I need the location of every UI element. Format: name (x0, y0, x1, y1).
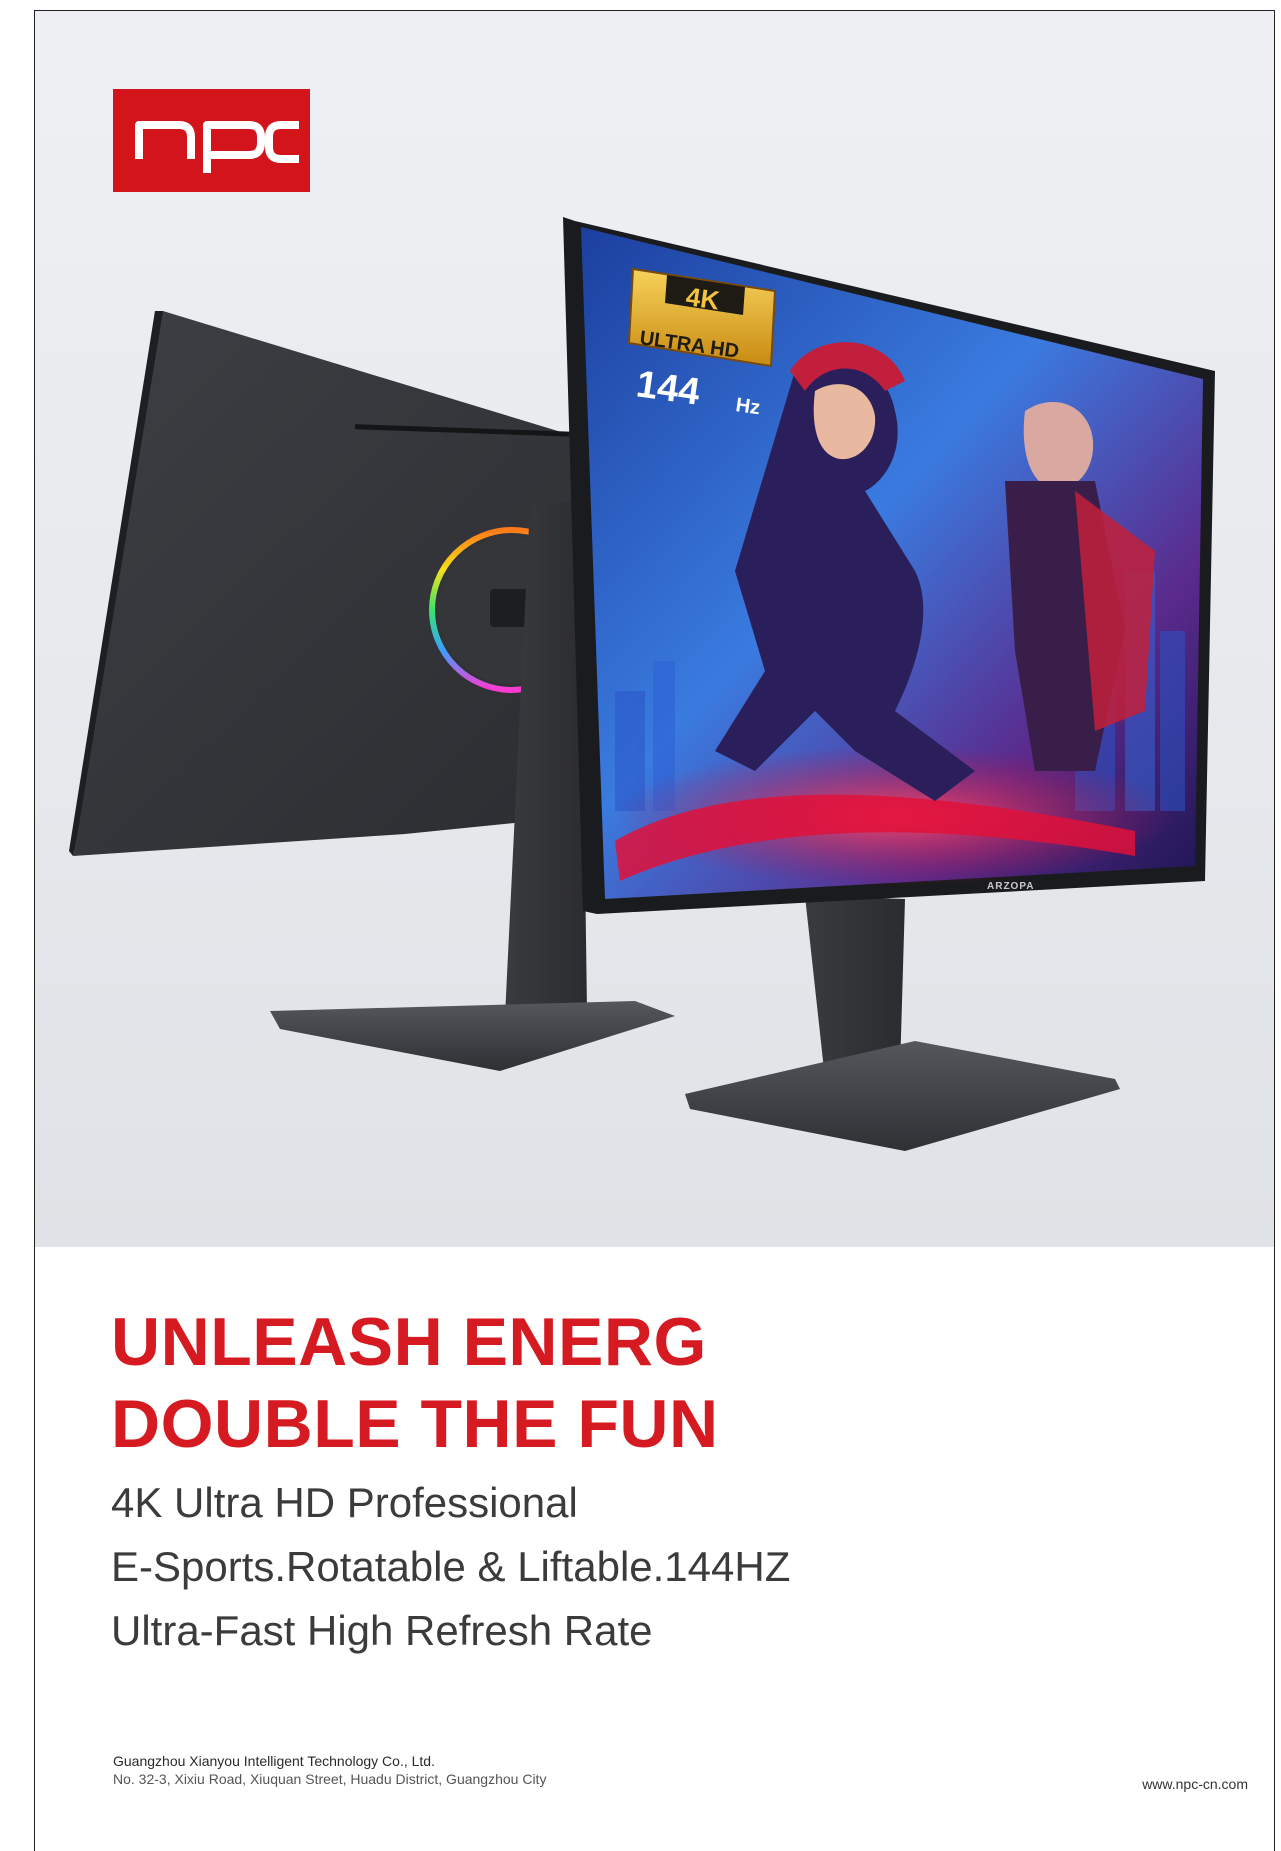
badge-refresh: 144 (634, 363, 703, 413)
headline-line-1: UNLEASH ENERG (111, 1304, 707, 1380)
headline: UNLEASH ENERG DOUBLE THE FUN (111, 1301, 719, 1465)
footer-website-link[interactable]: www.npc-cn.com (1142, 1775, 1248, 1793)
monitors-illustration: 4K ULTRA HD 144 Hz ARZOPA (69, 217, 1215, 1151)
hero-image: 4K ULTRA HD 144 Hz ARZOPA (35, 11, 1274, 1247)
subheadline-line-1: 4K Ultra HD Professional (111, 1479, 578, 1526)
subheadline: 4K Ultra HD Professional E-Sports.Rotata… (111, 1471, 790, 1663)
npc-logo (113, 89, 310, 192)
subheadline-line-3: Ultra-Fast High Refresh Rate (111, 1607, 653, 1654)
npc-logo-mark (135, 121, 299, 173)
rear-stand-base (270, 1001, 675, 1071)
subheadline-line-2: E-Sports.Rotatable & Liftable.144HZ (111, 1543, 791, 1590)
product-poster: 4K ULTRA HD 144 Hz ARZOPA UNLEASH ENERG … (34, 10, 1275, 1851)
monitor-brand-label: ARZOPA (987, 881, 1034, 892)
front-monitor: 4K ULTRA HD 144 Hz ARZOPA (563, 217, 1215, 914)
footer-company: Guangzhou Xianyou Intelligent Technology… (113, 1753, 435, 1769)
badge-refresh-unit: Hz (734, 394, 761, 419)
headline-line-2: DOUBLE THE FUN (111, 1386, 719, 1462)
footer-address: No. 32-3, Xixiu Road, Xiuquan Street, Hu… (113, 1771, 547, 1787)
badge-resolution: 4K (684, 281, 721, 315)
front-monitor-stand (685, 896, 1120, 1151)
